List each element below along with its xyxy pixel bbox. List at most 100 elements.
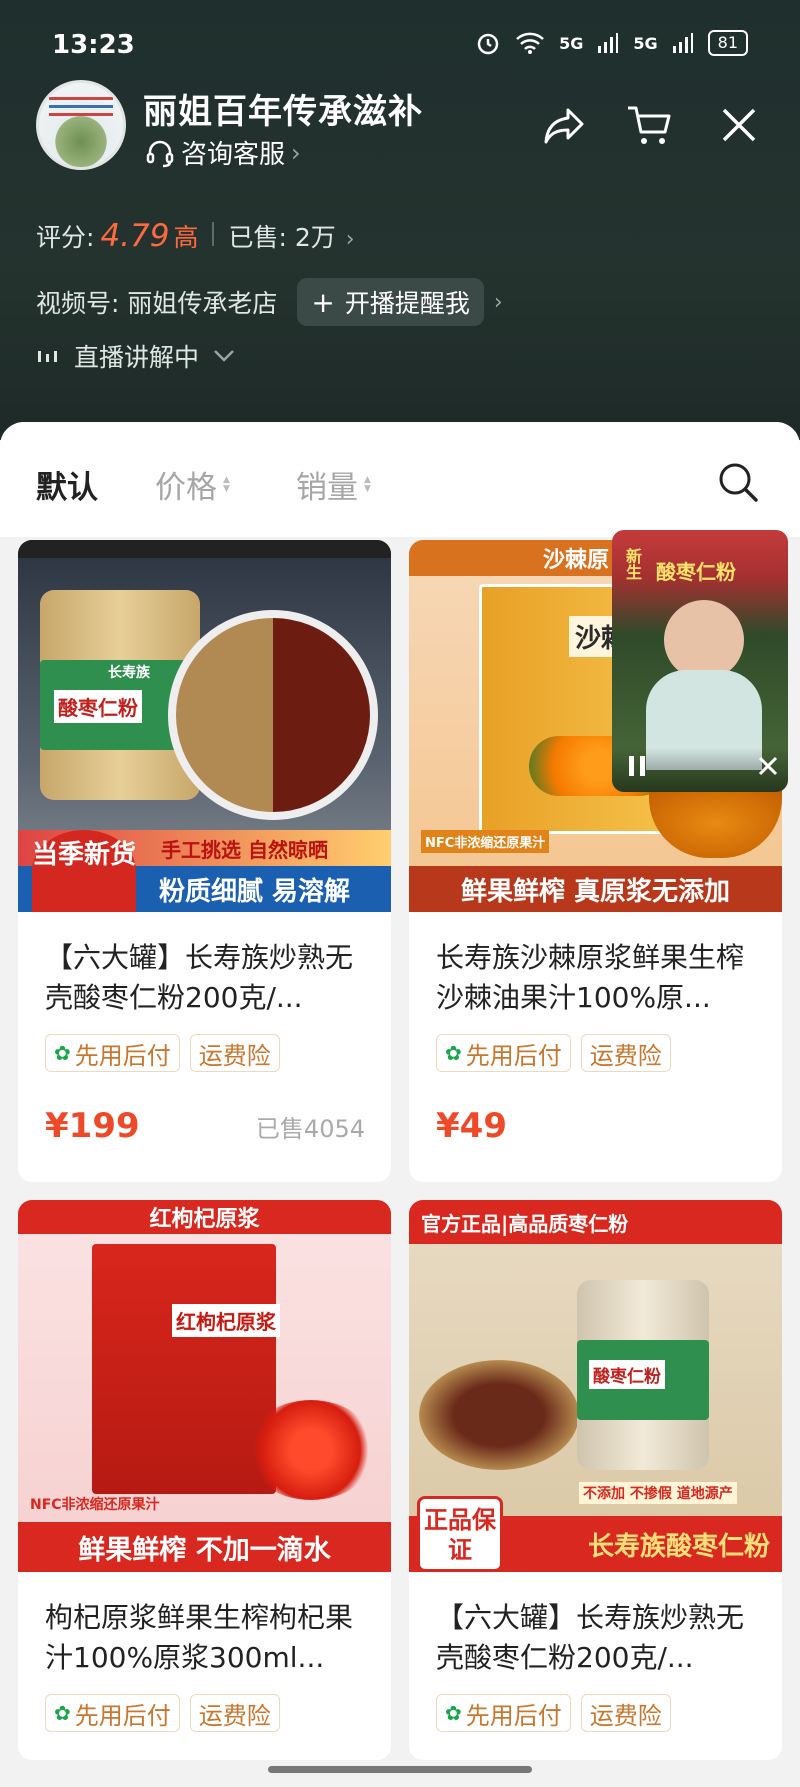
network-5g-label-2: 5G [633, 33, 658, 53]
live-remind-button[interactable]: + 开播提醒我 [297, 278, 484, 326]
product-card[interactable]: 官方正品|高品质枣仁粉 酸枣仁粉 不添加 不掺假 道地源产 长寿族酸枣仁粉 正品… [409, 1200, 782, 1760]
image-small-text: 不添加 不掺假 道地源产 [579, 1482, 737, 1504]
live-status-row[interactable]: 直播讲解中 [36, 338, 235, 374]
tag-pay-later: ✿ 先用后付 [45, 1034, 180, 1072]
chevron-right-icon: › [345, 227, 355, 252]
image-top-text: 红枸杞原浆 [149, 1207, 260, 1232]
presenter-image [664, 600, 744, 680]
sort-price-label: 价格 [155, 470, 217, 506]
live-bars-icon [38, 351, 57, 362]
chevron-right-icon: › [493, 289, 503, 315]
sort-sales-tab[interactable]: 销量 ▲ ▼ [296, 462, 371, 507]
rating-value: 4.79 [100, 218, 170, 254]
tag-pay-later-label: 先用后付 [74, 1701, 171, 1730]
chevron-right-icon: › [291, 138, 301, 167]
pay-later-icon: ✿ [54, 1041, 71, 1065]
pip-side-text: 新生 [623, 548, 642, 580]
sort-default-tab[interactable]: 默认 [36, 462, 98, 507]
product-title: 【六大罐】长寿族炒熟无壳酸枣仁粉200克/... [436, 1601, 745, 1674]
sort-price-tab[interactable]: 价格 ▲ ▼ [155, 462, 230, 507]
alarm-icon [477, 33, 499, 55]
image-badge: 正品保证 [417, 1496, 503, 1572]
product-image: 红枸杞原浆 红枸杞原浆 NFC非浓缩还原果汁 鲜果鲜榨 不加一滴水 [18, 1200, 391, 1572]
image-banner-text: 鲜果鲜榨 不加一滴水 [78, 1534, 331, 1566]
live-pip-window[interactable]: 新生 酸枣仁粉 [612, 530, 788, 792]
live-status-label: 直播讲解中 [74, 343, 200, 372]
sort-default-label: 默认 [36, 470, 98, 506]
rating-label: 评分: [36, 223, 95, 252]
search-icon[interactable] [716, 460, 760, 504]
tag-pay-later-label: 先用后付 [74, 1041, 171, 1070]
image-badge-text: 当季新货 [32, 840, 137, 870]
cart-icon[interactable] [625, 100, 675, 150]
image-banner: 鲜果鲜榨 真原浆无添加 [409, 866, 782, 912]
tag-list: ✿ 先用后付 运费险 [436, 1694, 756, 1732]
tag-list: ✿ 先用后付 运费险 [45, 1694, 365, 1732]
network-5g-label: 5G [559, 33, 584, 53]
status-bar: 13:23 5G 5G 81 [0, 0, 800, 92]
image-banner-text: 鲜果鲜榨 真原浆无添加 [460, 876, 731, 907]
image-top-banner: 红枸杞原浆 [18, 1200, 391, 1234]
shop-avatar[interactable] [36, 80, 126, 170]
image-product-name: 红枸杞原浆 [172, 1304, 280, 1337]
shop-header: 13:23 5G 5G 81 丽姐百年传承滋补 咨询客服 › 评分: 4.79 … [0, 0, 800, 440]
share-icon[interactable] [540, 100, 590, 150]
product-card[interactable]: 红枸杞原浆 红枸杞原浆 NFC非浓缩还原果汁 鲜果鲜榨 不加一滴水 枸杞原浆鲜果… [18, 1200, 391, 1760]
pause-icon[interactable] [626, 754, 648, 778]
tag-shipping-label: 运费险 [589, 1041, 662, 1070]
basket-image [419, 1360, 579, 1470]
signal-icon [598, 33, 619, 53]
image-top-text: 沙棘原 [543, 548, 610, 573]
tag-pay-later-label: 先用后付 [465, 1701, 562, 1730]
image-banner-text: 长寿族酸枣仁粉 [587, 1531, 770, 1562]
product-price: ¥49 [436, 1106, 507, 1146]
close-icon[interactable] [756, 754, 780, 778]
status-icons: 5G 5G 81 [475, 30, 748, 56]
image-top-text: 官方正品|高品质枣仁粉 [421, 1211, 629, 1236]
pip-title: 酸枣仁粉 [656, 560, 736, 584]
battery-icon: 81 [707, 30, 748, 56]
divider [212, 222, 215, 246]
card-body: 【六大罐】长寿族炒熟无壳酸枣仁粉200克/... ✿ 先用后付 运费险 [409, 1572, 782, 1732]
product-card[interactable]: 长寿族 酸枣仁粉 手工挑选 自然晾晒 粉质细腻 易溶解 当季新货 【六大罐】长寿… [18, 540, 391, 1182]
sort-arrows-icon: ▲ ▼ [223, 474, 230, 494]
image-nfc-text: NFC非浓缩还原果汁 [421, 830, 550, 853]
wifi-icon [516, 32, 544, 54]
image-banner: 鲜果鲜榨 不加一滴水 [18, 1522, 391, 1572]
image-banner-2-text: 粉质细腻 易溶解 [158, 876, 351, 907]
sort-sales-label: 销量 [296, 470, 358, 506]
image-brand-text: 长寿族 [108, 665, 150, 681]
rating-level: 高 [173, 223, 199, 252]
pay-later-icon: ✿ [54, 1701, 71, 1725]
product-price: ¥199 [45, 1106, 140, 1146]
rating-row[interactable]: 评分: 4.79 高 已售: 2万 › [36, 218, 355, 254]
tag-shipping-insurance: 运费险 [580, 1694, 671, 1732]
headset-icon [146, 140, 174, 167]
image-badge: 当季新货 [32, 830, 136, 912]
tag-shipping-insurance: 运费险 [189, 1034, 280, 1072]
consult-service-link[interactable]: 咨询客服 › [145, 134, 301, 171]
product-image: 长寿族 酸枣仁粉 手工挑选 自然晾晒 粉质细腻 易溶解 当季新货 [18, 540, 391, 912]
image-product-name: 酸枣仁粉 [589, 1360, 665, 1389]
home-indicator[interactable] [268, 1766, 532, 1773]
dates-bowl-image [168, 610, 378, 820]
close-icon[interactable] [714, 100, 764, 150]
image-banner-1-text: 手工挑选 自然晾晒 [161, 837, 328, 862]
product-title: 枸杞原浆鲜果生榨枸杞果汁100%原浆300ml... [45, 1601, 354, 1674]
shop-name: 丽姐百年传承滋补 [143, 92, 423, 132]
tag-list: ✿ 先用后付 运费险 [45, 1034, 365, 1072]
card-body: 长寿族沙棘原浆鲜果生榨沙棘油果汁100%原... ✿ 先用后付 运费险 ¥49 [409, 912, 782, 1146]
video-account-label: 视频号: 丽姐传承老店 [36, 289, 278, 318]
image-top-banner: 官方正品|高品质枣仁粉 [409, 1200, 782, 1244]
product-sold: 已售4054 [255, 1115, 365, 1143]
image-product-name: 酸枣仁粉 [54, 690, 142, 723]
image-badge-text: 正品保证 [424, 1506, 496, 1564]
plus-icon: + [311, 285, 335, 319]
sort-arrows-icon: ▲ ▼ [364, 474, 371, 494]
video-account-row: 视频号: 丽姐传承老店 + 开播提醒我 › [36, 278, 503, 326]
tag-shipping-label: 运费险 [198, 1041, 271, 1070]
pay-later-icon: ✿ [445, 1041, 462, 1065]
sort-bar: 默认 价格 ▲ ▼ 销量 ▲ ▼ [0, 422, 800, 537]
consult-label: 咨询客服 [181, 140, 286, 170]
tag-pay-later-label: 先用后付 [465, 1041, 562, 1070]
